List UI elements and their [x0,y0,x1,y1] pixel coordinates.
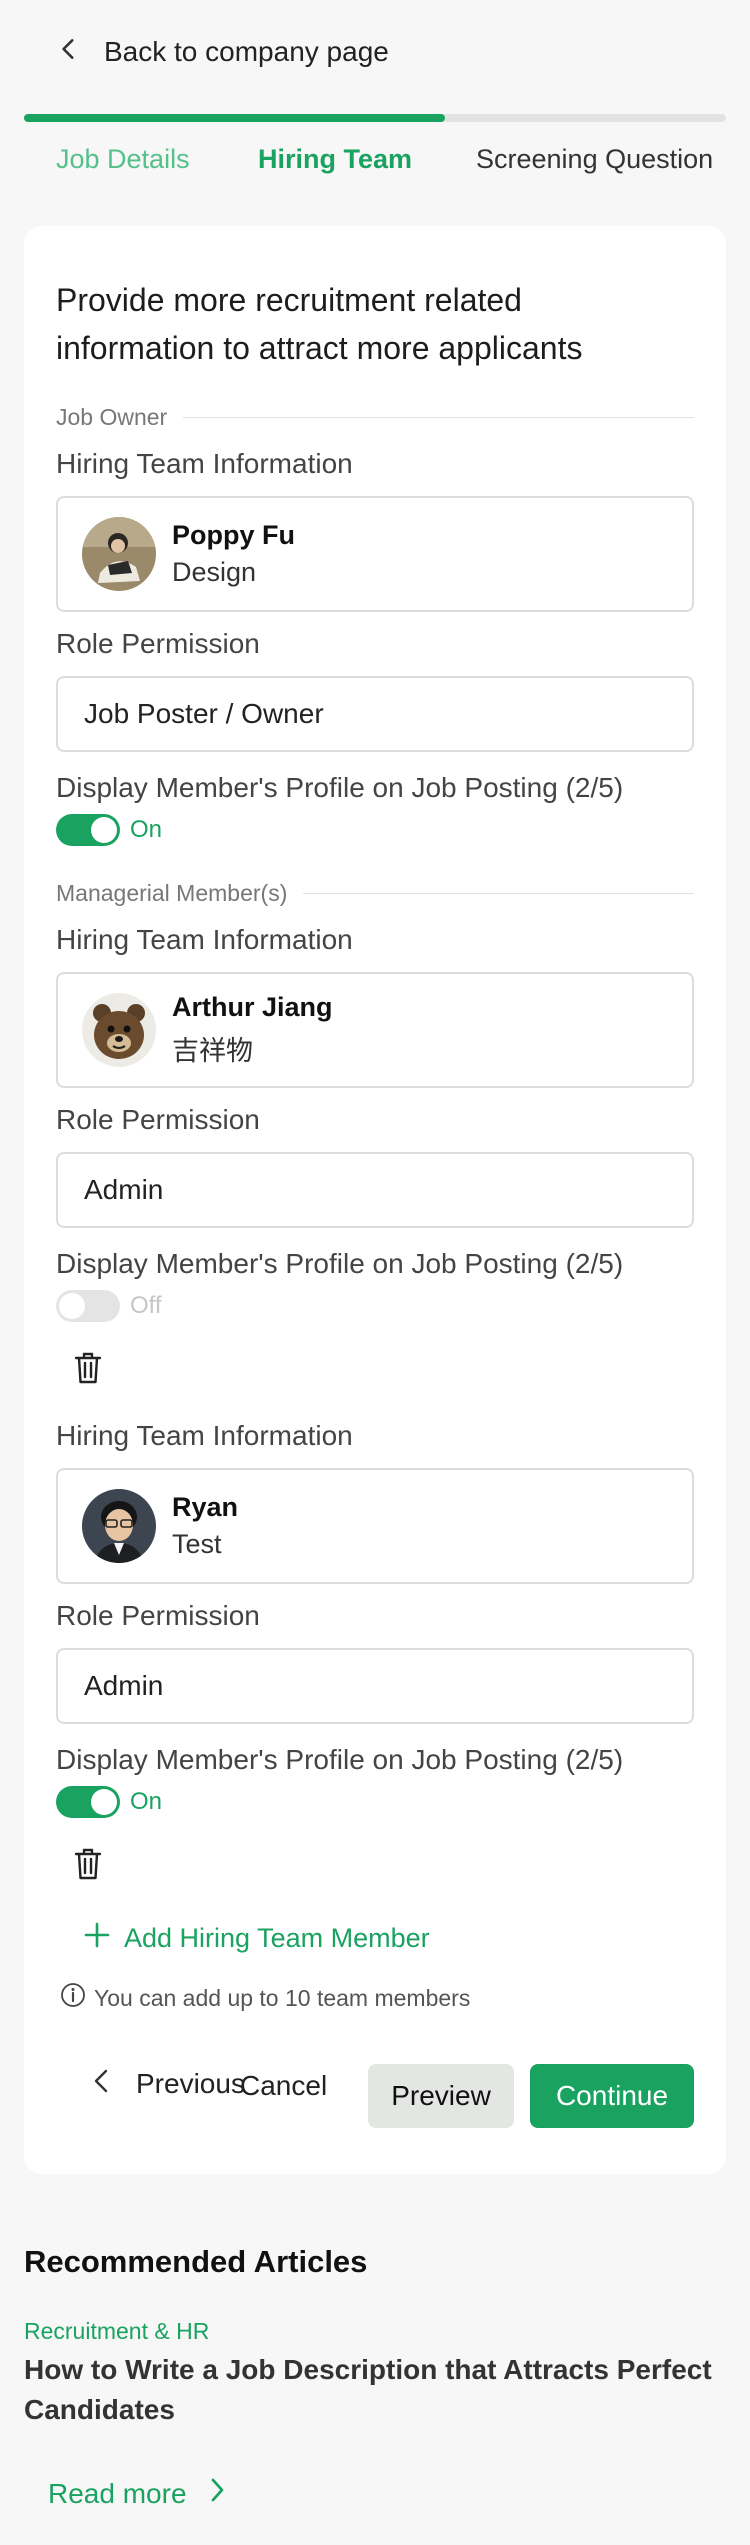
cancel-button[interactable]: Cancel [240,2070,327,2102]
display-profile-toggle-row: On [56,1786,162,1818]
display-profile-label: Display Member's Profile on Job Posting … [56,772,624,803]
display-profile-toggle[interactable] [56,1786,120,1818]
member-select[interactable]: Ryan Test [56,1468,694,1584]
role-permission-field[interactable]: Job Poster / Owner [56,676,694,752]
read-more-link[interactable]: Read more [48,2476,227,2511]
previous-button[interactable]: Previous [90,2064,245,2104]
delete-member-button[interactable] [68,1846,108,1886]
delete-member-button[interactable] [68,1350,108,1390]
previous-label: Previous [136,2068,245,2099]
display-profile-label: Display Member's Profile on Job Posting … [56,1744,624,1775]
member-department: Test [172,1529,222,1559]
display-profile-toggle[interactable] [56,814,120,846]
role-permission-field[interactable]: Admin [56,1152,694,1228]
member-department: Design [172,557,257,587]
toggle-state-label: On [130,816,163,843]
info-icon [60,1982,86,2014]
display-profile-label: Display Member's Profile on Job Posting … [56,1248,624,1279]
step-progress-bar [24,114,726,122]
member-limit-text: You can add up to 10 team members [94,1984,471,2011]
avatar [82,517,156,591]
managerial-divider: Managerial Member(s) [56,880,694,907]
plus-icon [84,1922,110,1955]
back-label: Back to company page [104,36,389,67]
role-permission-label: Role Permission [56,1600,260,1631]
avatar [82,1489,156,1563]
display-profile-toggle-row: Off [56,1290,162,1322]
job-owner-divider: Job Owner [56,404,694,431]
role-permission-label: Role Permission [56,628,260,659]
add-hiring-team-member-button[interactable]: Add Hiring Team Member [84,1922,430,1955]
article-title[interactable]: How to Write a Job Description that Attr… [24,2350,724,2430]
tab-job-details[interactable]: Job Details [56,144,190,175]
preview-button[interactable]: Preview [368,2064,514,2128]
hiring-info-label: Hiring Team Information [56,448,353,479]
member-name: Arthur Jiang [172,992,333,1022]
member-department: 吉祥物 [172,1036,253,1066]
chevron-left-icon [56,36,82,69]
avatar [82,993,156,1067]
job-owner-heading: Job Owner [56,404,168,430]
hiring-team-form-card: Provide more recruitment related informa… [24,226,726,2174]
step-tabs: Job Details Hiring Team Screening Questi… [24,140,726,180]
add-member-label: Add Hiring Team Member [124,1923,430,1953]
role-permission-label: Role Permission [56,1104,260,1135]
chevron-left-icon [90,2067,114,2102]
display-profile-toggle[interactable] [56,1290,120,1322]
continue-button[interactable]: Continue [530,2064,694,2128]
display-profile-toggle-row: On [56,814,162,846]
owner-member-select[interactable]: Poppy Fu Design [56,496,694,612]
member-name: Ryan [172,1492,239,1522]
hiring-info-label: Hiring Team Information [56,1420,353,1451]
article-category[interactable]: Recruitment & HR [24,2318,209,2345]
trash-icon [73,1351,103,1390]
form-intro: Provide more recruitment related informa… [56,282,583,366]
member-limit-note: You can add up to 10 team members [60,1982,470,2014]
read-more-label: Read more [48,2477,187,2509]
chevron-right-icon [207,2476,227,2511]
toggle-state-label: On [130,1788,163,1815]
recommended-articles-heading: Recommended Articles [24,2244,368,2279]
member-name: Poppy Fu [172,520,295,550]
member-select[interactable]: Arthur Jiang 吉祥物 [56,972,694,1088]
managerial-heading: Managerial Member(s) [56,880,288,906]
back-to-company-link[interactable]: Back to company page [56,32,389,72]
step-progress-fill [24,114,446,122]
tab-screening-question[interactable]: Screening Question [476,144,713,175]
role-permission-field[interactable]: Admin [56,1648,694,1724]
toggle-state-label: Off [130,1292,162,1319]
tab-hiring-team[interactable]: Hiring Team [258,144,412,175]
hiring-info-label: Hiring Team Information [56,924,353,955]
trash-icon [73,1847,103,1886]
